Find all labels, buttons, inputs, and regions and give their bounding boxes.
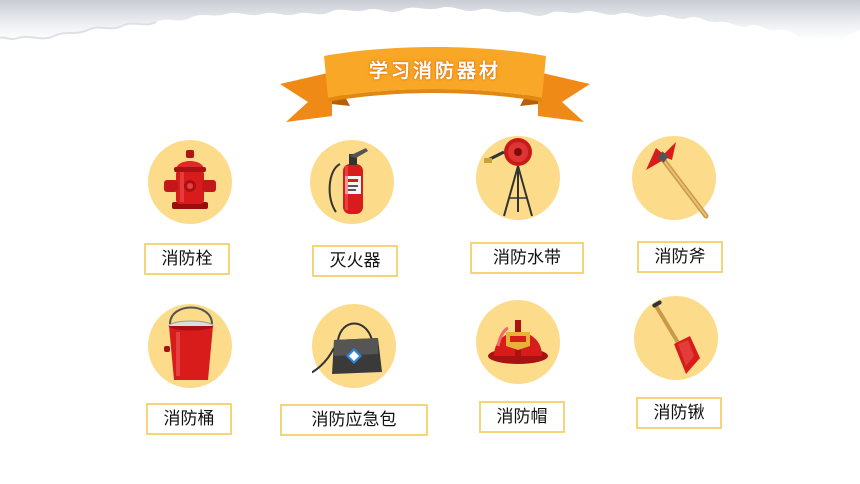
item-label-hose: 消防水带: [470, 242, 584, 274]
item-label-axe: 消防斧: [637, 241, 723, 273]
page-title: 学习消防器材: [368, 60, 501, 82]
item-label-hydrant: 消防栓: [144, 243, 230, 275]
item-label-helmet: 消防帽: [479, 401, 565, 433]
item-label-extinguisher: 灭火器: [312, 245, 398, 277]
fire-hose-reel-icon: [476, 136, 560, 220]
fire-hydrant-icon: [148, 140, 232, 224]
fire-shovel-icon: [634, 296, 718, 380]
item-label-emergency-bag: 消防应急包: [280, 404, 428, 436]
item-label-shovel: 消防锹: [636, 397, 722, 429]
fire-helmet-icon: [476, 300, 560, 384]
fire-axe-icon: [632, 136, 716, 220]
fire-bucket-icon: [148, 304, 232, 388]
emergency-bag-icon: [312, 304, 396, 388]
fire-extinguisher-icon: [310, 140, 394, 224]
item-label-bucket: 消防桶: [146, 403, 232, 435]
